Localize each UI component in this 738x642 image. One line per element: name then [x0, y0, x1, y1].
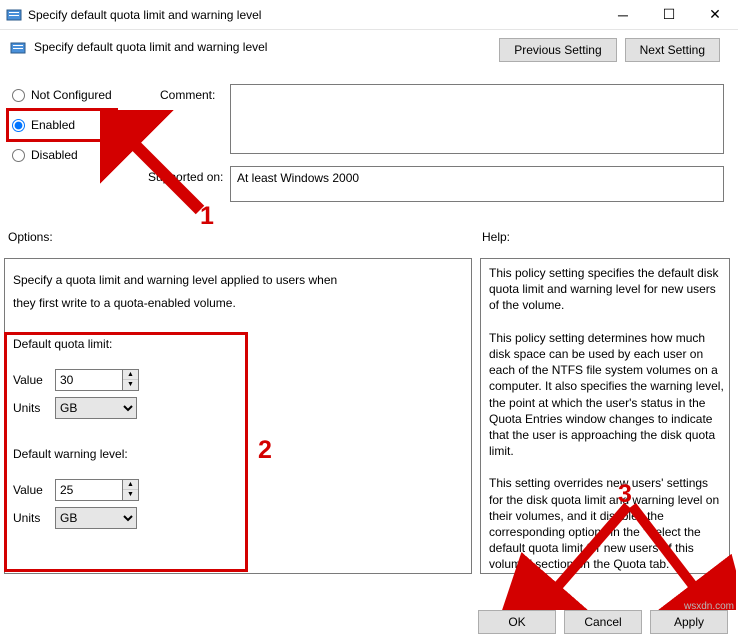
limit-value-input[interactable] [56, 370, 122, 390]
limit-units-select[interactable]: GB [55, 397, 137, 419]
options-intro-2: they first write to a quota-enabled volu… [13, 292, 463, 315]
close-button[interactable]: ✕ [692, 0, 738, 29]
help-text: This policy setting specifies the defaul… [489, 265, 725, 574]
comment-textarea[interactable] [230, 84, 724, 154]
help-label: Help: [482, 230, 510, 244]
chevron-down-icon[interactable]: ▼ [123, 380, 138, 390]
header: Specify default quota limit and warning … [0, 30, 738, 66]
help-panel[interactable]: This policy setting specifies the defaul… [480, 258, 730, 574]
default-warning-level-label: Default warning level: [13, 447, 463, 461]
dialog-buttons: OK Cancel Apply [478, 610, 728, 634]
limit-units-label: Units [13, 401, 47, 415]
options-panel: Specify a quota limit and warning level … [4, 258, 472, 574]
warn-value-spinner[interactable]: ▲▼ [55, 479, 139, 501]
chevron-up-icon[interactable]: ▲ [123, 370, 138, 381]
radio-disabled-label: Disabled [31, 148, 78, 162]
policy-icon [10, 40, 26, 56]
options-intro: Specify a quota limit and warning level … [13, 269, 463, 315]
cancel-button[interactable]: Cancel [564, 610, 642, 634]
next-setting-button[interactable]: Next Setting [625, 38, 720, 62]
limit-value-spinner[interactable]: ▲▼ [55, 369, 139, 391]
state-radio-group: Not Configured Enabled Disabled [10, 80, 120, 170]
chevron-up-icon[interactable]: ▲ [123, 480, 138, 491]
radio-enabled-label: Enabled [31, 118, 75, 132]
radio-enabled[interactable] [12, 119, 25, 132]
supported-box: At least Windows 2000 [230, 166, 724, 202]
warn-units-label: Units [13, 511, 47, 525]
warn-units-select[interactable]: GB [55, 507, 137, 529]
apply-button[interactable]: Apply [650, 610, 728, 634]
title-bar: Specify default quota limit and warning … [0, 0, 738, 30]
supported-label: Supported on: [148, 170, 223, 184]
subtitle: Specify default quota limit and warning … [34, 38, 499, 54]
radio-disabled[interactable] [12, 149, 25, 162]
radio-not-configured-label: Not Configured [31, 88, 112, 102]
warn-value-label: Value [13, 483, 47, 497]
ok-button[interactable]: OK [478, 610, 556, 634]
comment-label: Comment: [160, 88, 215, 102]
window-title: Specify default quota limit and warning … [28, 8, 600, 22]
annotation-marker-1: 1 [200, 202, 214, 231]
warn-value-input[interactable] [56, 480, 122, 500]
options-label: Options: [8, 230, 53, 244]
radio-not-configured[interactable] [12, 89, 25, 102]
maximize-button[interactable]: ☐ [646, 0, 692, 29]
limit-value-label: Value [13, 373, 47, 387]
watermark: wsxdn.com [684, 601, 734, 612]
options-intro-1: Specify a quota limit and warning level … [13, 269, 463, 292]
previous-setting-button[interactable]: Previous Setting [499, 38, 616, 62]
supported-value: At least Windows 2000 [237, 171, 359, 185]
app-icon [6, 7, 22, 23]
default-quota-limit-label: Default quota limit: [13, 337, 463, 351]
chevron-down-icon[interactable]: ▼ [123, 490, 138, 500]
minimize-button[interactable]: ─ [600, 0, 646, 29]
